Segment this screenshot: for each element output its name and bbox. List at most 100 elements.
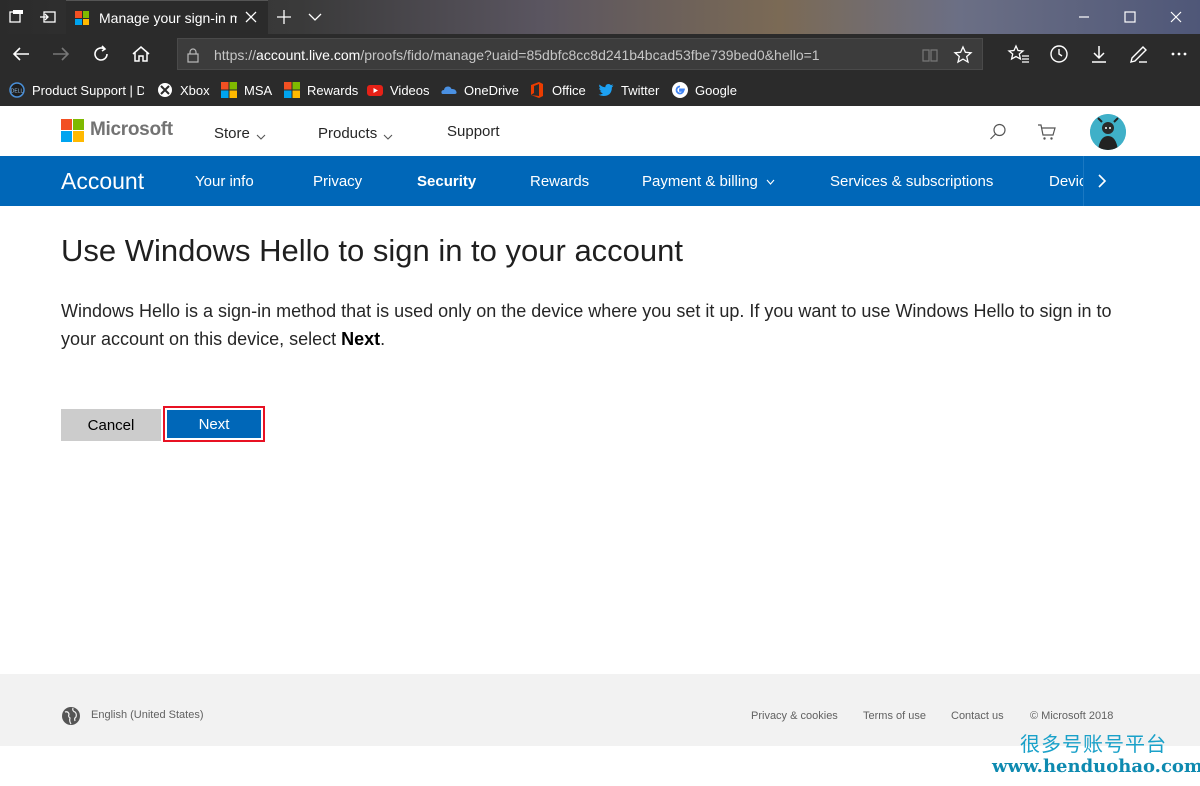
home-icon[interactable] [129,42,153,66]
favorite-google[interactable]: Google [672,81,737,99]
more-options-icon[interactable] [1167,42,1191,66]
favorite-xbox[interactable]: Xbox [157,81,210,99]
favorite-label: MSA [244,82,273,98]
back-arrow-icon[interactable] [9,42,33,66]
cancel-button[interactable]: Cancel [61,409,161,441]
microsoft-wordmark[interactable]: Microsoft [90,119,173,141]
footer-copyright: © Microsoft 2018 [1030,710,1114,722]
language-selector[interactable]: English (United States) [91,709,204,721]
forward-arrow-icon[interactable] [49,42,73,66]
favorite-label: Videos [390,82,430,98]
minimize-icon[interactable] [1073,6,1095,28]
user-avatar[interactable] [1090,114,1126,150]
shopping-cart-icon[interactable] [1037,122,1057,142]
account-nav-rewards[interactable]: Rewards [530,173,589,190]
microsoft-icon [221,82,237,98]
new-tab-icon[interactable] [274,7,294,27]
url-scheme: https:// [214,47,257,63]
header-link-label: Support [447,123,500,140]
watermark-url: www.henduohao.com [992,756,1200,777]
chevron-down-icon [256,134,266,140]
description-text: Windows Hello is a sign-in method that i… [61,301,1112,349]
url-path: /proofs/fido/manage?uaid=85dbfc8cc8d241b… [360,47,820,63]
microsoft-icon [284,82,300,98]
description-bold-next: Next [341,329,381,349]
reading-view-icon[interactable] [921,46,939,64]
close-window-icon[interactable] [1165,6,1187,28]
dell-icon: DELL [9,82,25,98]
favorite-product-support[interactable]: DELL Product Support | De [9,81,144,99]
favorite-office[interactable]: Office [529,81,586,99]
account-nav-services[interactable]: Services & subscriptions [830,173,993,190]
account-nav-devices[interactable]: Devices [1049,173,1083,190]
microsoft-favicon-icon [75,11,89,25]
account-nav-bar: Account Your info Privacy Security Rewar… [0,156,1200,206]
maximize-icon[interactable] [1119,6,1141,28]
site-header: Microsoft Store Products Support [0,106,1200,156]
url-text: https://account.live.com/proofs/fido/man… [214,47,820,63]
favorite-onedrive[interactable]: OneDrive [441,81,519,99]
header-products-menu[interactable]: Products [318,125,393,142]
footer-contact-link[interactable]: Contact us [951,710,1004,722]
history-icon[interactable] [1047,42,1071,66]
page-description: Windows Hello is a sign-in method that i… [61,297,1151,353]
account-nav-your-info[interactable]: Your info [195,173,254,190]
description-period: . [380,329,386,349]
google-icon [672,82,688,98]
browser-toolbar: https://account.live.com/proofs/fido/man… [0,34,1200,74]
tabs-aside-icon[interactable] [6,7,28,27]
tab-preview-chevron-icon[interactable] [305,7,325,27]
address-bar-input[interactable]: https://account.live.com/proofs/fido/man… [177,38,983,70]
favorite-label: Google [695,82,737,98]
footer-terms-link[interactable]: Terms of use [863,710,926,722]
favorite-label: OneDrive [464,82,519,98]
account-nav-privacy[interactable]: Privacy [313,173,362,190]
watermark-chinese-text: 很多号账号平台 [1020,732,1167,756]
favorite-twitter[interactable]: Twitter [598,81,659,99]
add-favorite-star-icon[interactable] [953,45,973,65]
favorite-msa[interactable]: MSA [221,81,272,99]
favorites-hub-icon[interactable] [1007,42,1031,66]
refresh-icon[interactable] [89,42,113,66]
globe-icon[interactable] [61,706,81,726]
chevron-down-icon [766,179,775,185]
office-icon [529,82,545,98]
account-nav-label: Payment & billing [642,173,758,190]
active-tab[interactable]: Manage your sign-in m [66,0,268,34]
account-nav-security[interactable]: Security [417,173,476,190]
account-brand[interactable]: Account [61,168,144,195]
account-nav-devices-clip: Devices [1049,156,1083,206]
favorite-label: Office [552,82,586,98]
footer-privacy-link[interactable]: Privacy & cookies [751,710,838,722]
onedrive-icon [441,82,457,98]
set-aside-tabs-icon[interactable] [37,7,59,27]
twitter-icon [598,82,614,98]
svg-text:DELL: DELL [11,89,24,95]
header-store-menu[interactable]: Store [214,125,266,142]
header-link-label: Store [214,125,250,142]
account-nav-payment-billing[interactable]: Payment & billing [642,173,775,190]
next-button[interactable]: Next [167,410,261,438]
downloads-icon[interactable] [1087,42,1111,66]
favorite-videos[interactable]: Videos [367,81,430,99]
microsoft-logo-icon[interactable] [61,119,84,142]
browser-tab-bar: Manage your sign-in m [0,0,1200,34]
chevron-down-icon [383,134,393,140]
tab-title: Manage your sign-in m [99,10,237,26]
favorite-label: Product Support | De [32,82,144,98]
favorite-rewards[interactable]: Rewards [284,81,358,99]
xbox-icon [157,82,173,98]
page-title: Use Windows Hello to sign in to your acc… [61,233,684,268]
url-host: account.live.com [256,47,361,63]
chevron-right-icon [1097,174,1106,188]
nav-scroll-right-button[interactable] [1083,156,1119,206]
favorite-label: Xbox [180,82,210,98]
favorite-label: Rewards [307,82,359,98]
pen-ink-icon[interactable] [1127,42,1151,66]
search-icon[interactable] [988,122,1008,142]
favorite-label: Twitter [621,82,660,98]
tab-close-icon[interactable] [243,9,259,25]
header-link-label: Products [318,125,378,142]
header-support-link[interactable]: Support [447,123,500,140]
lock-icon [186,47,200,63]
